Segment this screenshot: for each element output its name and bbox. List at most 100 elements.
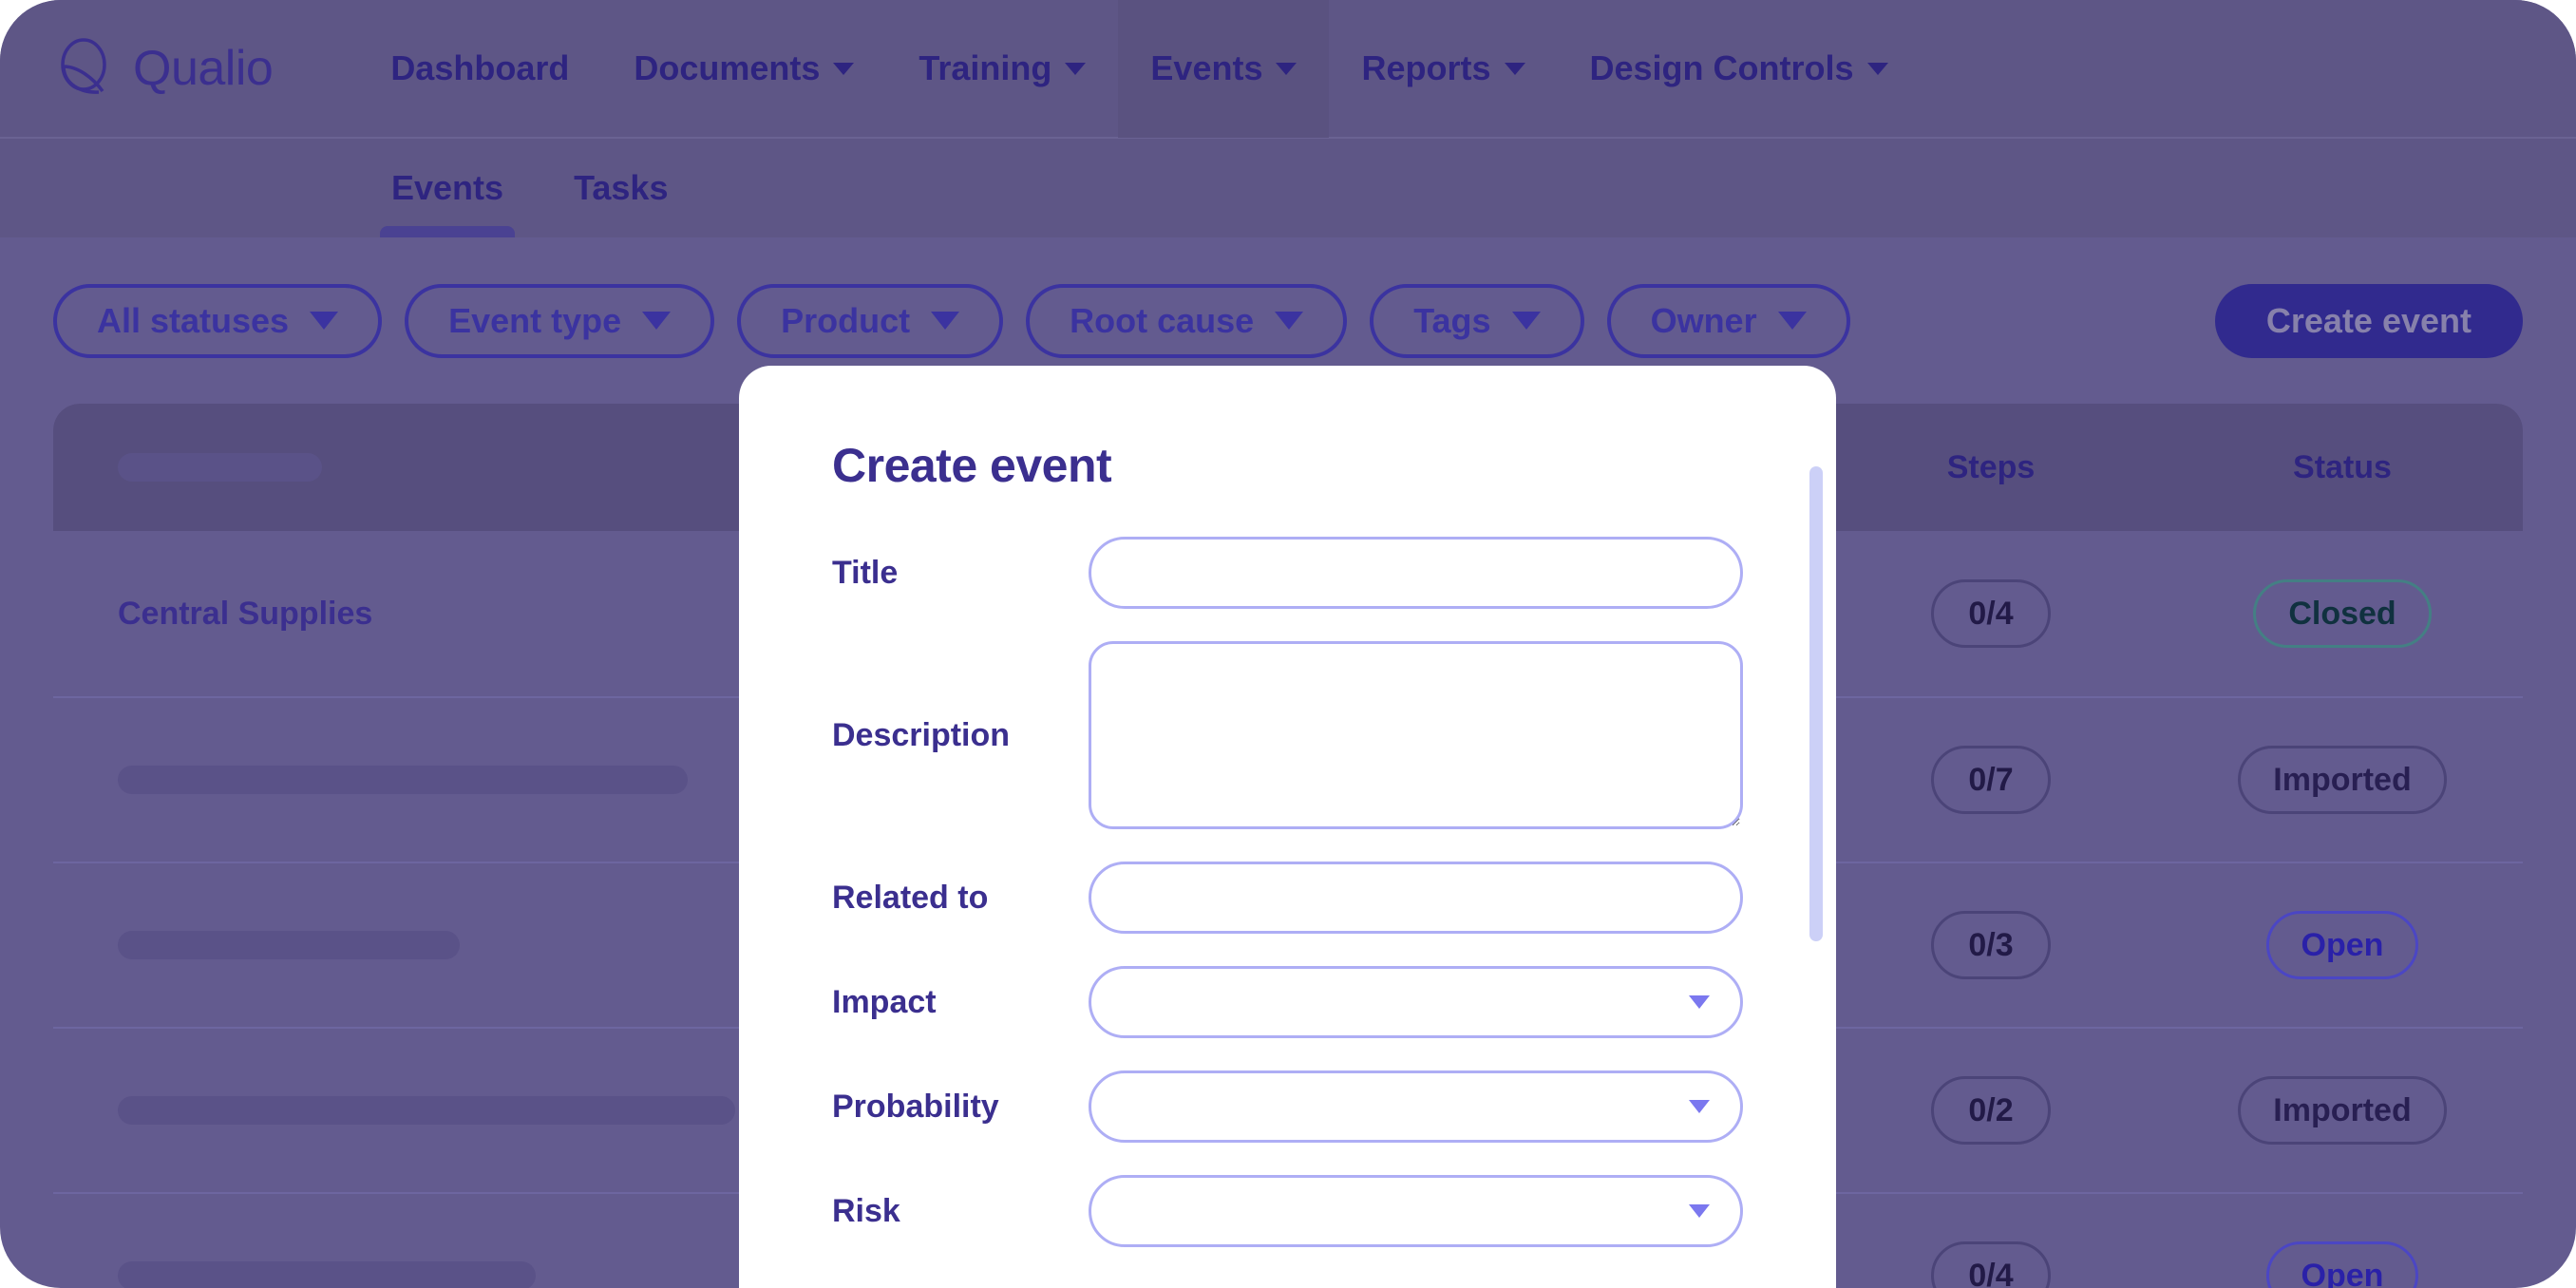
filter-owner[interactable]: Owner xyxy=(1606,283,1850,358)
sub-navigation-bar: Events Tasks xyxy=(0,139,2576,237)
chevron-down-icon xyxy=(1689,995,1710,1009)
status-badge: Closed xyxy=(2253,579,2432,648)
modal-title: Create event xyxy=(832,439,1112,492)
filter-label: Owner xyxy=(1650,300,1757,340)
row-skeleton-bar xyxy=(118,766,688,794)
chevron-down-icon xyxy=(1276,62,1297,75)
tab-label: Tasks xyxy=(574,168,669,207)
row-skeleton-bar xyxy=(118,931,460,959)
row-skeleton-bar xyxy=(118,1261,536,1288)
nav-item-design-controls[interactable]: Design Controls xyxy=(1558,0,1921,138)
description-textarea[interactable] xyxy=(1089,641,1743,829)
chevron-down-icon xyxy=(1866,62,1888,75)
tab-events[interactable]: Events xyxy=(370,139,524,237)
top-navigation-bar: Qualio Dashboard Documents Training Even… xyxy=(0,0,2576,139)
nav-item-label: Design Controls xyxy=(1589,48,1854,87)
chevron-down-icon xyxy=(1511,312,1541,330)
row-status-cell: Closed xyxy=(2162,579,2523,648)
probability-select[interactable] xyxy=(1089,1070,1743,1143)
form-row-impact: Impact xyxy=(739,966,1836,1038)
related-to-input[interactable] xyxy=(1089,862,1743,934)
impact-select[interactable] xyxy=(1089,966,1743,1038)
table-header-steps: Steps xyxy=(1820,449,2162,486)
steps-badge: 0/7 xyxy=(1931,746,2051,814)
row-skeleton-bar xyxy=(118,1096,735,1125)
chevron-down-icon xyxy=(642,312,672,330)
form-row-description: Description xyxy=(739,641,1836,829)
filter-label: Event type xyxy=(448,300,622,340)
nav-item-training[interactable]: Training xyxy=(886,0,1118,138)
create-event-modal: Create event Title Description Related t… xyxy=(739,366,1836,1288)
create-event-button[interactable]: Create event xyxy=(2214,283,2523,358)
chevron-down-icon xyxy=(1689,1204,1710,1218)
qualio-leaf-logo-icon xyxy=(61,38,106,94)
chevron-down-icon xyxy=(1504,62,1525,75)
filter-label: All statuses xyxy=(97,300,290,340)
steps-badge: 0/4 xyxy=(1931,579,2051,648)
chevron-down-icon xyxy=(1275,312,1304,330)
chevron-down-icon xyxy=(833,62,855,75)
top-nav-items: Dashboard Documents Training Events Repo… xyxy=(358,0,1920,138)
nav-item-events[interactable]: Events xyxy=(1118,0,1330,138)
nav-item-label: Documents xyxy=(634,48,821,87)
chevron-down-icon xyxy=(1689,1100,1710,1113)
filter-event-type[interactable]: Event type xyxy=(405,283,715,358)
filter-root-cause[interactable]: Root cause xyxy=(1026,283,1348,358)
nav-item-label: Events xyxy=(1150,48,1263,87)
steps-badge: 0/4 xyxy=(1931,1241,2051,1288)
steps-badge: 0/3 xyxy=(1931,911,2051,979)
row-status-cell: Imported xyxy=(2162,746,2523,814)
tab-label: Events xyxy=(391,168,504,207)
label-probability: Probability xyxy=(832,1088,999,1125)
form-row-probability: Probability xyxy=(739,1070,1836,1143)
row-steps-cell: 0/2 xyxy=(1820,1076,2162,1145)
nav-item-documents[interactable]: Documents xyxy=(601,0,886,138)
row-steps-cell: 0/7 xyxy=(1820,746,2162,814)
brand-name: Qualio xyxy=(133,41,274,96)
column-header-label: Steps xyxy=(1946,448,2036,485)
status-badge: Open xyxy=(2265,911,2419,979)
status-badge: Imported xyxy=(2238,746,2447,814)
filter-all-statuses[interactable]: All statuses xyxy=(53,283,383,358)
nav-item-dashboard[interactable]: Dashboard xyxy=(358,0,601,138)
nav-item-reports[interactable]: Reports xyxy=(1329,0,1557,138)
filter-label: Tags xyxy=(1413,300,1491,340)
row-status-cell: Open xyxy=(2162,1241,2523,1288)
row-status-cell: Open xyxy=(2162,911,2523,979)
title-input[interactable] xyxy=(1089,537,1743,609)
nav-item-label: Training xyxy=(919,48,1052,87)
chevron-down-icon xyxy=(1777,312,1807,330)
nav-item-label: Reports xyxy=(1361,48,1491,87)
nav-item-label: Dashboard xyxy=(390,48,570,87)
form-row-title: Title xyxy=(739,537,1836,609)
create-event-form: Title Description Related to Impact Prob… xyxy=(739,537,1836,1247)
chevron-down-icon xyxy=(931,312,960,330)
filter-tags[interactable]: Tags xyxy=(1370,283,1584,358)
label-title: Title xyxy=(832,554,899,591)
filter-product[interactable]: Product xyxy=(737,283,1004,358)
chevron-down-icon xyxy=(1065,62,1087,75)
label-impact: Impact xyxy=(832,983,937,1020)
steps-badge: 0/2 xyxy=(1931,1076,2051,1145)
row-steps-cell: 0/4 xyxy=(1820,579,2162,648)
filter-label: Root cause xyxy=(1070,300,1255,340)
header-skeleton-bar xyxy=(118,453,322,482)
row-steps-cell: 0/3 xyxy=(1820,911,2162,979)
label-description: Description xyxy=(832,716,1011,753)
modal-scrollbar-thumb[interactable] xyxy=(1809,466,1823,941)
form-row-related-to: Related to xyxy=(739,862,1836,934)
label-risk: Risk xyxy=(832,1192,900,1229)
risk-select[interactable] xyxy=(1089,1175,1743,1247)
status-badge: Imported xyxy=(2238,1076,2447,1145)
column-header-label: Status xyxy=(2293,448,2392,485)
app-window: Qualio Dashboard Documents Training Even… xyxy=(0,0,2576,1288)
row-steps-cell: 0/4 xyxy=(1820,1241,2162,1288)
form-row-risk: Risk xyxy=(739,1175,1836,1247)
table-header-status: Status xyxy=(2162,449,2523,486)
label-related-to: Related to xyxy=(832,879,989,916)
status-badge: Open xyxy=(2265,1241,2419,1288)
tab-tasks[interactable]: Tasks xyxy=(553,139,689,237)
filter-label: Product xyxy=(781,300,911,340)
brand-logo-group[interactable]: Qualio xyxy=(53,38,274,99)
chevron-down-icon xyxy=(310,312,339,330)
